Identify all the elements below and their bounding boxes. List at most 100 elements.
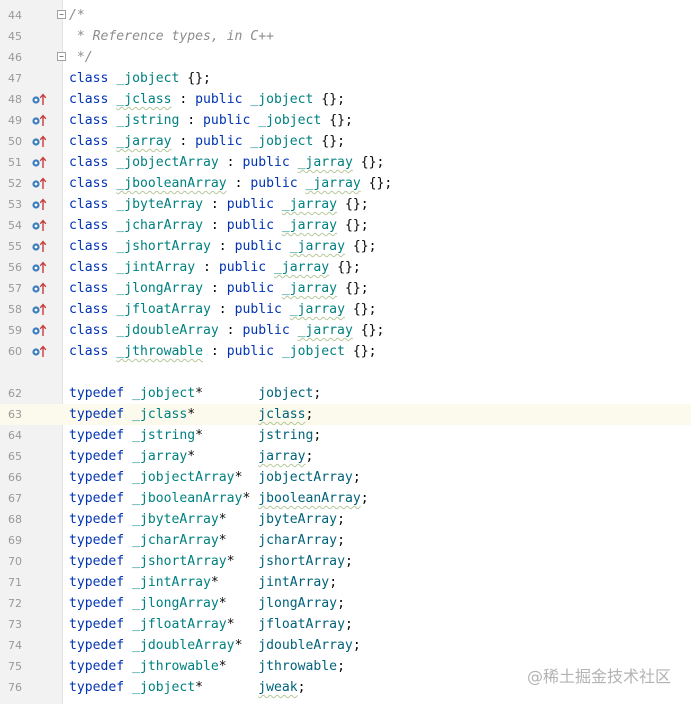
code-token: public bbox=[226, 281, 282, 296]
line-number: 47 bbox=[8, 72, 22, 85]
code-token: typedef bbox=[69, 491, 133, 506]
code-editor[interactable]: 44 /* 45 * Reference types, in C++ 46 */ 47 c… bbox=[0, 0, 691, 704]
code-line[interactable]: 68 typedef _jbyteArray* jbyteArray; bbox=[0, 509, 691, 530]
code-text: class _jstring : public _jobject {}; bbox=[69, 110, 353, 131]
code-token: {}; bbox=[344, 239, 377, 254]
implemented-up-arrow-icon[interactable] bbox=[32, 219, 48, 232]
code-token: _jshortArray bbox=[132, 554, 227, 569]
code-token: _jarray bbox=[281, 281, 338, 296]
code-token: jshortArray bbox=[258, 554, 345, 569]
code-line[interactable]: 49 class _jstring : public _jobject {}; bbox=[0, 110, 691, 131]
code-token: jthrowable bbox=[258, 659, 338, 674]
code-line[interactable]: 72 typedef _jlongArray* jlongArray; bbox=[0, 593, 691, 614]
code-token: _jshortArray bbox=[116, 239, 211, 254]
code-token: * bbox=[218, 659, 259, 674]
code-text: typedef _jthrowable* jthrowable; bbox=[69, 656, 345, 677]
code-line[interactable]: 45 * Reference types, in C++ bbox=[0, 26, 691, 47]
code-line[interactable] bbox=[0, 362, 691, 383]
code-line[interactable]: 73 typedef _jfloatArray* jfloatArray; bbox=[0, 614, 691, 635]
implemented-up-arrow-icon[interactable] bbox=[32, 303, 48, 316]
code-line[interactable]: 56 class _jintArray : public _jarray {}; bbox=[0, 257, 691, 278]
code-line[interactable]: 67 typedef _jbooleanArray* jbooleanArray; bbox=[0, 488, 691, 509]
implemented-up-arrow-icon[interactable] bbox=[32, 240, 48, 253]
line-number: 44 bbox=[8, 9, 22, 22]
code-token: : bbox=[171, 92, 196, 107]
code-text: class _jintArray : public _jarray {}; bbox=[69, 257, 361, 278]
code-line[interactable]: 58 class _jfloatArray : public _jarray {}… bbox=[0, 299, 691, 320]
code-line[interactable]: 48 class _jclass : public _jobject {}; bbox=[0, 89, 691, 110]
code-line[interactable]: 44 /* bbox=[0, 5, 691, 26]
code-token: : bbox=[210, 302, 235, 317]
code-token: {}; bbox=[313, 92, 345, 107]
code-token: ; bbox=[344, 554, 353, 569]
implemented-up-arrow-icon[interactable] bbox=[32, 261, 48, 274]
code-token: * bbox=[195, 680, 259, 695]
code-token: public bbox=[234, 239, 290, 254]
fold-marker-icon[interactable] bbox=[57, 10, 66, 19]
code-token: class bbox=[69, 71, 117, 86]
code-line[interactable]: 71 typedef _jintArray* jintArray; bbox=[0, 572, 691, 593]
code-line[interactable]: 62 typedef _jobject* jobject; bbox=[0, 383, 691, 404]
code-token: : bbox=[210, 239, 235, 254]
code-line[interactable]: 74 typedef _jdoubleArray* jdoubleArray; bbox=[0, 635, 691, 656]
code-line[interactable]: 69 typedef _jcharArray* jcharArray; bbox=[0, 530, 691, 551]
code-line[interactable]: 53 class _jbyteArray : public _jarray {}; bbox=[0, 194, 691, 215]
code-token: _jdoubleArray bbox=[116, 323, 219, 338]
implemented-up-arrow-icon[interactable] bbox=[32, 177, 48, 190]
code-line[interactable]: 64 typedef _jstring* jstring; bbox=[0, 425, 691, 446]
implemented-up-arrow-icon[interactable] bbox=[32, 345, 48, 358]
code-token: : bbox=[226, 176, 251, 191]
code-token: /* bbox=[69, 8, 85, 23]
code-token: _jarray bbox=[281, 197, 338, 212]
code-line[interactable]: 51 class _jobjectArray : public _jarray {… bbox=[0, 152, 691, 173]
code-token: ; bbox=[352, 638, 361, 653]
code-line[interactable]: 63 typedef _jclass* jclass; bbox=[0, 404, 691, 425]
line-number: 55 bbox=[8, 240, 22, 253]
line-number: 70 bbox=[8, 555, 22, 568]
code-line[interactable]: 50 class _jarray : public _jobject {}; bbox=[0, 131, 691, 152]
code-token: {}; bbox=[179, 71, 211, 86]
implemented-up-arrow-icon[interactable] bbox=[32, 135, 48, 148]
fold-marker-icon[interactable] bbox=[57, 52, 66, 61]
code-line[interactable]: 59 class _jdoubleArray : public _jarray {… bbox=[0, 320, 691, 341]
code-token: ; bbox=[337, 512, 345, 527]
code-line[interactable]: 52 class _jbooleanArray : public _jarray … bbox=[0, 173, 691, 194]
code-token: typedef bbox=[69, 533, 133, 548]
code-token: _jbooleanArray bbox=[132, 491, 243, 506]
code-line[interactable]: 46 */ bbox=[0, 47, 691, 68]
code-token: * bbox=[187, 407, 259, 422]
code-line[interactable]: 65 typedef _jarray* jarray; bbox=[0, 446, 691, 467]
code-line[interactable]: 60 class _jthrowable : public _jobject {}… bbox=[0, 341, 691, 362]
code-line[interactable]: 54 class _jcharArray : public _jarray {}; bbox=[0, 215, 691, 236]
code-token: : bbox=[203, 218, 227, 233]
code-token: * bbox=[218, 596, 259, 611]
code-token: _jobject bbox=[132, 680, 196, 695]
code-token: jintArray bbox=[258, 575, 330, 590]
line-number: 56 bbox=[8, 261, 22, 274]
implemented-up-arrow-icon[interactable] bbox=[32, 324, 48, 337]
code-text: * Reference types, in C++ bbox=[69, 26, 274, 47]
code-token: _jstring bbox=[132, 428, 196, 443]
code-token: ; bbox=[337, 533, 345, 548]
code-token: {}; bbox=[337, 197, 369, 212]
code-line[interactable]: 66 typedef _jobjectArray* jobjectArray; bbox=[0, 467, 691, 488]
implemented-up-arrow-icon[interactable] bbox=[32, 198, 48, 211]
code-token: _jdoubleArray bbox=[132, 638, 235, 653]
code-token: : bbox=[171, 134, 196, 149]
code-token: typedef bbox=[69, 428, 133, 443]
code-token: _jbooleanArray bbox=[116, 176, 227, 191]
code-line[interactable]: 47 class _jobject {}; bbox=[0, 68, 691, 89]
code-token: public bbox=[195, 92, 251, 107]
code-token: _jthrowable bbox=[116, 344, 204, 359]
implemented-up-arrow-icon[interactable] bbox=[32, 114, 48, 127]
code-token: ; bbox=[360, 491, 369, 506]
implemented-up-arrow-icon[interactable] bbox=[32, 156, 48, 169]
code-line[interactable]: 57 class _jlongArray : public _jarray {}; bbox=[0, 278, 691, 299]
code-token: public bbox=[195, 134, 251, 149]
code-token: _jobject bbox=[116, 71, 180, 86]
code-token: * bbox=[195, 386, 259, 401]
code-line[interactable]: 55 class _jshortArray : public _jarray {}… bbox=[0, 236, 691, 257]
implemented-up-arrow-icon[interactable] bbox=[32, 282, 48, 295]
code-line[interactable]: 70 typedef _jshortArray* jshortArray; bbox=[0, 551, 691, 572]
implemented-up-arrow-icon[interactable] bbox=[32, 93, 48, 106]
